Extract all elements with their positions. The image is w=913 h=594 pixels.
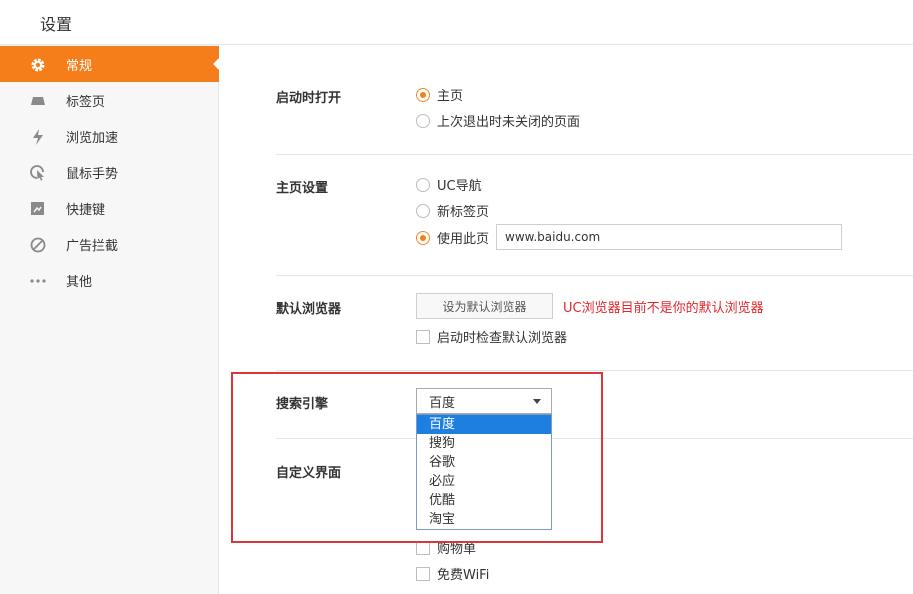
default-browser-warning: UC浏览器目前不是你的默认浏览器 bbox=[563, 301, 764, 316]
radio-button[interactable] bbox=[416, 87, 430, 102]
divider bbox=[276, 275, 913, 276]
page-title: 设置 bbox=[40, 15, 73, 34]
custom-ui-label: 自定义界面 bbox=[276, 466, 342, 481]
radio-button[interactable] bbox=[416, 113, 430, 128]
default-browser-label: 默认浏览器 bbox=[276, 302, 342, 317]
sidebar-item-label: 鼠标手势 bbox=[66, 167, 119, 182]
sidebar-item-adblock[interactable]: 广告拦截 bbox=[0, 226, 219, 262]
check-default-browser-option[interactable]: 启动时检查默认浏览器 bbox=[416, 327, 567, 346]
dropdown-option[interactable]: 淘宝 bbox=[417, 510, 551, 529]
divider bbox=[276, 438, 913, 439]
block-icon bbox=[29, 236, 46, 253]
startup-label: 启动时打开 bbox=[276, 91, 342, 106]
homepage-option-new-tab[interactable]: 新标签页 bbox=[416, 201, 489, 220]
checkbox-label: 启动时检查默认浏览器 bbox=[437, 331, 568, 346]
radio-label: UC导航 bbox=[437, 179, 482, 194]
startup-option-homepage[interactable]: 主页 bbox=[416, 85, 463, 104]
more-icon bbox=[29, 272, 46, 289]
startup-option-restore[interactable]: 上次退出时未关闭的页面 bbox=[416, 111, 580, 130]
sidebar-item-speed[interactable]: 浏览加速 bbox=[0, 118, 219, 154]
select-value: 百度 bbox=[429, 395, 456, 411]
radio-button[interactable] bbox=[416, 203, 430, 218]
lightning-icon bbox=[29, 128, 46, 145]
search-engine-select[interactable]: 百度 bbox=[416, 388, 552, 414]
dropdown-option[interactable]: 谷歌 bbox=[417, 453, 551, 472]
checkbox[interactable] bbox=[416, 540, 430, 555]
dropdown-option[interactable]: 必应 bbox=[417, 472, 551, 491]
sidebar: 常规 标签页 浏览加速 鼠标手势 快捷键 广告拦截 其他 bbox=[0, 45, 219, 594]
checkbox[interactable] bbox=[416, 566, 430, 581]
sidebar-item-label: 标签页 bbox=[66, 95, 106, 110]
radio-button[interactable] bbox=[416, 230, 430, 245]
homepage-label: 主页设置 bbox=[276, 181, 329, 196]
homepage-option-uc-nav[interactable]: UC导航 bbox=[416, 175, 482, 194]
custom-ui-option-wifi[interactable]: 免费WiFi bbox=[416, 564, 489, 583]
search-engine-dropdown: 百度 搜狗 谷歌 必应 优酷 淘宝 bbox=[416, 414, 552, 530]
sidebar-item-tabs[interactable]: 标签页 bbox=[0, 82, 219, 118]
checkbox-label: 购物单 bbox=[437, 542, 477, 557]
radio-button[interactable] bbox=[416, 177, 430, 192]
radio-label: 使用此页 bbox=[437, 232, 490, 247]
sidebar-item-other[interactable]: 其他 bbox=[0, 262, 219, 298]
dropdown-option[interactable]: 百度 bbox=[417, 415, 551, 434]
custom-ui-option-shopping[interactable]: 购物单 bbox=[416, 538, 476, 557]
set-default-browser-button[interactable]: 设为默认浏览器 bbox=[416, 293, 553, 319]
sidebar-item-label: 广告拦截 bbox=[66, 239, 119, 254]
homepage-option-use-page[interactable]: 使用此页 bbox=[416, 228, 489, 247]
shortcut-icon bbox=[29, 200, 46, 217]
divider bbox=[276, 370, 913, 371]
checkbox[interactable] bbox=[416, 329, 430, 344]
sidebar-item-label: 浏览加速 bbox=[66, 131, 119, 146]
radio-label: 主页 bbox=[437, 89, 464, 104]
chevron-down-icon bbox=[533, 399, 541, 404]
sidebar-item-label: 常规 bbox=[66, 59, 93, 74]
tab-icon bbox=[29, 92, 46, 109]
mouse-gesture-icon bbox=[29, 164, 46, 181]
header: 设置 bbox=[0, 0, 913, 45]
search-engine-label: 搜索引擎 bbox=[276, 397, 329, 412]
sidebar-item-shortcuts[interactable]: 快捷键 bbox=[0, 190, 219, 226]
radio-label: 上次退出时未关闭的页面 bbox=[437, 115, 581, 130]
dropdown-option[interactable]: 搜狗 bbox=[417, 434, 551, 453]
gear-icon bbox=[29, 56, 46, 73]
divider bbox=[276, 154, 913, 155]
settings-panel: 启动时打开 主页 上次退出时未关闭的页面 主页设置 UC导航 新标签页 使用此页… bbox=[220, 46, 913, 594]
sidebar-item-mouse-gesture[interactable]: 鼠标手势 bbox=[0, 154, 219, 190]
homepage-url-input[interactable] bbox=[496, 224, 842, 250]
sidebar-item-label: 快捷键 bbox=[66, 203, 106, 218]
sidebar-item-label: 其他 bbox=[66, 275, 93, 290]
checkbox-label: 免费WiFi bbox=[437, 568, 490, 583]
sidebar-item-general[interactable]: 常规 bbox=[0, 46, 219, 82]
radio-label: 新标签页 bbox=[437, 205, 490, 220]
dropdown-option[interactable]: 优酷 bbox=[417, 491, 551, 510]
